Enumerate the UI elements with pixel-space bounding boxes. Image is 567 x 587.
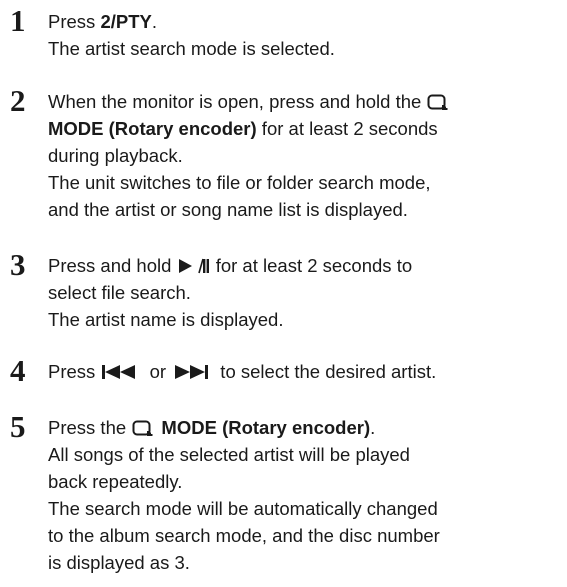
step-text: When the monitor is open, press and hold… [48,88,560,223]
mode-icon [132,420,153,436]
step-number: 2 [10,83,26,118]
next-track-icon [175,365,209,379]
button-label: 2/PTY [100,11,152,32]
play-pause-icon [178,258,209,274]
button-label: MODE (Rotary encoder) [156,417,371,438]
step-number: 3 [10,247,26,282]
button-label: MODE (Rotary encoder) [48,118,257,139]
step-text: Press the MODE (Rotary encoder). All son… [48,417,440,573]
step-number: 5 [10,409,26,444]
step-number: 4 [10,353,26,388]
step-text: Press or to select the desired artist. [48,361,437,382]
step-number: 1 [10,3,26,38]
mode-icon [427,94,448,110]
previous-track-icon [102,365,136,379]
step-text: Press and hold for at least 2 seconds to… [48,255,413,330]
step-text: Press 2/PTY. The artist search mode is s… [48,11,335,59]
instruction-page: 1 Press 2/PTY. The artist search mode is… [0,0,567,587]
